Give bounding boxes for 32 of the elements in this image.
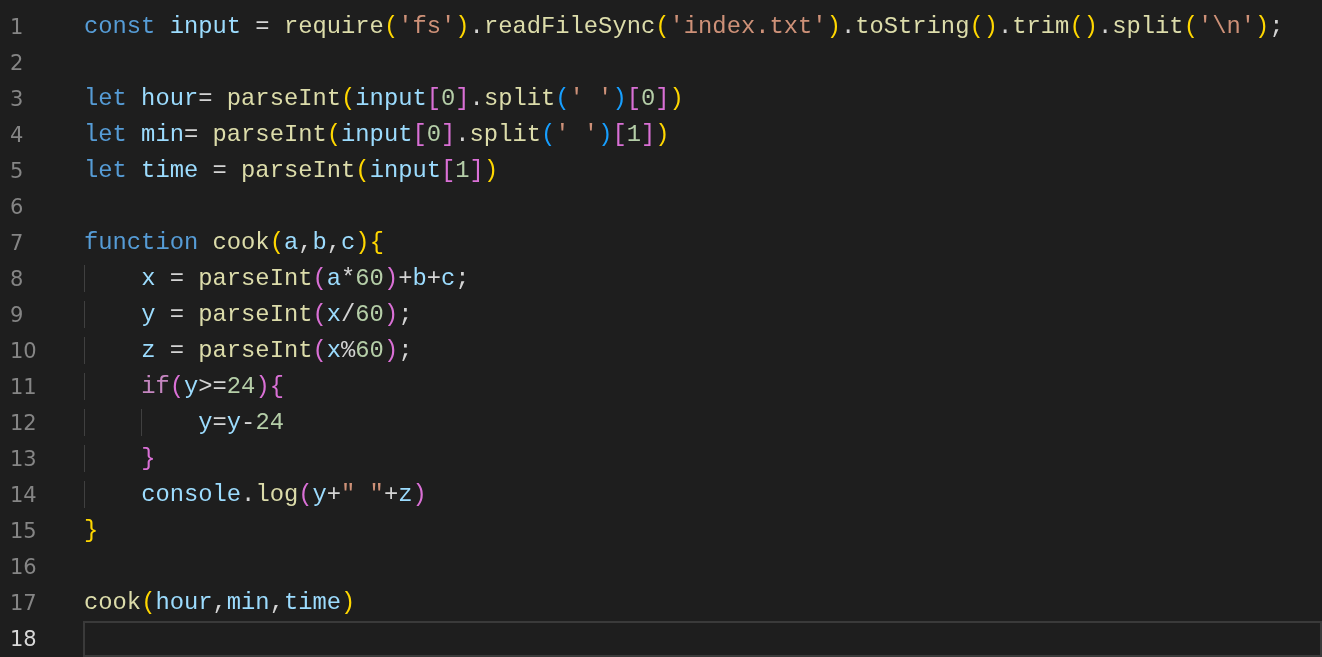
code-line[interactable]: } [83,513,1322,549]
code-line[interactable]: let time = parseInt(input[1]) [83,153,1322,189]
code-line[interactable]: function cook(a,b,c){ [83,225,1322,261]
line-number: 4 [9,122,25,149]
line-number: 18 [9,626,38,653]
code-line[interactable]: } [83,441,1322,477]
code-line[interactable]: y=y-24 [83,405,1322,441]
line-number: 17 [9,590,38,617]
line-number: 9 [9,302,25,329]
code-line[interactable]: z = parseInt(x%60); [83,333,1322,369]
line-number: 1 [9,14,25,41]
line-number: 6 [9,194,25,221]
code-line[interactable]: y = parseInt(x/60); [83,297,1322,333]
line-number: 15 [9,518,38,545]
line-number: 5 [9,158,25,185]
line-number: 2 [9,50,25,77]
code-line[interactable]: if(y>=24){ [83,369,1322,405]
line-number: 14 [9,482,38,509]
code-line[interactable]: cook(hour,min,time) [83,585,1322,621]
code-line[interactable]: const input = require('fs').readFileSync('index.txt').toString().trim().split('\n'); [83,9,1322,45]
line-number: 10 [9,338,38,365]
code-line[interactable]: console.log(y+" "+z) [83,477,1322,513]
line-number: 7 [9,230,25,257]
code-line[interactable]: let hour= parseInt(input[0].split(' ')[0]) [83,81,1322,117]
code-line[interactable]: let min= parseInt(input[0].split(' ')[1]) [83,117,1322,153]
line-number: 12 [9,410,38,437]
line-number: 8 [9,266,25,293]
line-number: 11 [9,374,38,401]
line-number: 3 [9,86,25,113]
line-number: 16 [9,554,38,581]
line-number: 13 [9,446,38,473]
code-line[interactable]: x = parseInt(a*60)+b+c; [83,261,1322,297]
